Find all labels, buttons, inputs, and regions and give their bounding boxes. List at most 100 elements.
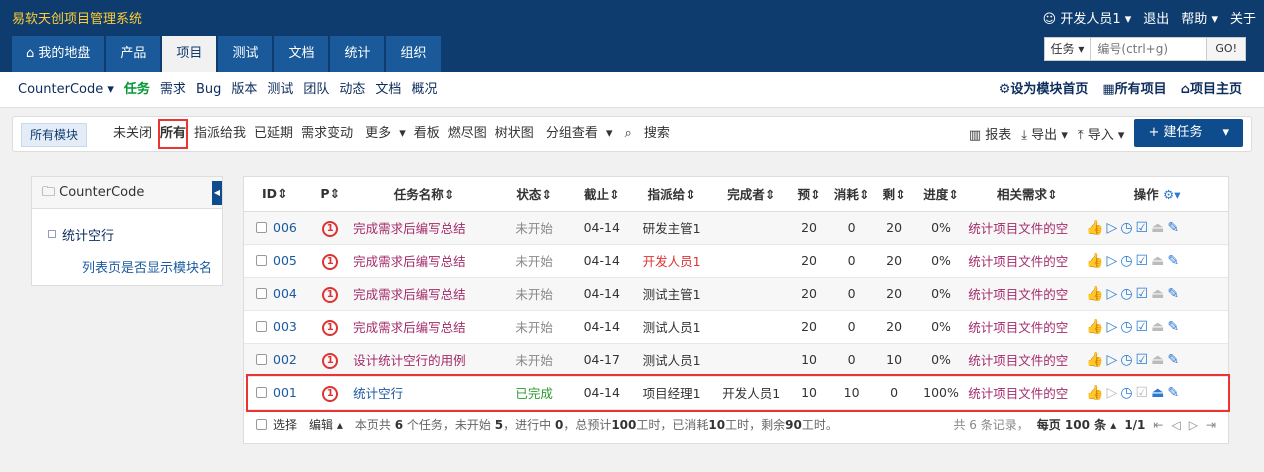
subnav-team[interactable]: 团队 (303, 72, 329, 108)
all-projects-link[interactable]: ▦所有项目 (1102, 72, 1166, 108)
col-story[interactable]: 相关需求⇕ (968, 177, 1087, 212)
burndown-link[interactable]: 燃尽图 (444, 117, 491, 151)
filter-unclosed[interactable]: 未关闭 (109, 117, 156, 151)
col-est[interactable]: 预⇕ (789, 177, 829, 212)
edit-icon[interactable]: ✎ (1167, 220, 1182, 236)
close-icon[interactable]: ⏏ (1151, 319, 1167, 335)
tab-report[interactable]: 统计 (330, 36, 385, 72)
report-button[interactable]: ▥ 报表 (969, 124, 1011, 143)
module-item[interactable]: 统计空行 (47, 225, 114, 244)
finish-icon[interactable]: ☑ (1136, 319, 1152, 335)
col-assigned[interactable]: 指派给⇕ (630, 177, 714, 212)
task-id[interactable]: 005 (244, 244, 308, 278)
next-page-icon[interactable]: ▷ (1189, 407, 1198, 443)
assign-icon[interactable]: 👍 (1086, 253, 1106, 269)
subnav-story[interactable]: 需求 (160, 72, 186, 108)
project-switcher[interactable]: CounterCode ▾ (18, 72, 114, 108)
row-checkbox[interactable] (256, 255, 267, 266)
story-link[interactable]: 统计项目文件的空 (968, 277, 1087, 311)
finish-icon[interactable]: ☑ (1136, 253, 1152, 269)
finish-icon[interactable]: ☑ (1136, 220, 1152, 236)
col-finished[interactable]: 完成者⇕ (713, 177, 790, 212)
col-progress[interactable]: 进度⇕ (913, 177, 969, 212)
chevron-down-icon[interactable]: ▾ (1222, 119, 1229, 147)
tab-project[interactable]: 项目 (162, 36, 217, 72)
about-link[interactable]: 关于 (1230, 8, 1256, 27)
assign-icon[interactable]: 👍 (1086, 385, 1106, 401)
assigned-to[interactable]: 开发人员1 (630, 244, 714, 278)
edit-icon[interactable]: ✎ (1167, 253, 1182, 269)
finish-icon[interactable]: ☑ (1136, 286, 1152, 302)
first-page-icon[interactable]: ⇤ (1153, 407, 1163, 443)
per-page-select[interactable]: 每页 100 条 ▴ (1037, 407, 1117, 443)
task-id[interactable]: 001 (244, 376, 308, 410)
subnav-view[interactable]: 概况 (411, 72, 437, 108)
record-hours-icon[interactable]: ◷ (1120, 220, 1135, 236)
start-icon[interactable]: ▷ (1107, 385, 1121, 401)
col-consumed[interactable]: 消耗⇕ (828, 177, 875, 212)
subnav-dynamic[interactable]: 动态 (339, 72, 365, 108)
task-name-link[interactable]: 统计空行 (353, 376, 495, 410)
close-icon[interactable]: ⏏ (1151, 220, 1167, 236)
group-view[interactable]: 分组查看 ▾ (538, 117, 617, 151)
tab-doc[interactable]: 文档 (274, 36, 329, 72)
last-page-icon[interactable]: ⇥ (1206, 407, 1216, 443)
tab-test[interactable]: 测试 (218, 36, 273, 72)
task-name-link[interactable]: 完成需求后编写总结 (353, 211, 495, 245)
close-icon[interactable]: ⏏ (1151, 385, 1167, 401)
assigned-to[interactable]: 研发主管1 (630, 211, 714, 245)
sidebar-collapse-icon[interactable]: ◀ (212, 181, 222, 205)
close-icon[interactable]: ⏏ (1151, 352, 1167, 368)
task-id[interactable]: 004 (244, 277, 308, 311)
subnav-task[interactable]: 任务 (124, 72, 150, 108)
record-hours-icon[interactable]: ◷ (1120, 319, 1135, 335)
task-id[interactable]: 006 (244, 211, 308, 245)
user-dropdown[interactable]: ☺ 开发人员1 ▾ (1043, 8, 1132, 27)
col-deadline[interactable]: 截止⇕ (573, 177, 631, 212)
record-hours-icon[interactable]: ◷ (1120, 352, 1135, 368)
record-hours-icon[interactable]: ◷ (1120, 385, 1135, 401)
batch-edit-button[interactable]: 编辑 ▴ (309, 407, 343, 443)
task-name-link[interactable]: 完成需求后编写总结 (353, 277, 495, 311)
record-hours-icon[interactable]: ◷ (1120, 286, 1135, 302)
show-module-name-link[interactable]: 列表页是否显示模块名 (82, 257, 212, 276)
module-breadcrumb[interactable]: 所有模块 (21, 123, 88, 147)
tab-my[interactable]: ⌂ 我的地盘 (12, 36, 105, 72)
story-link[interactable]: 统计项目文件的空 (968, 376, 1087, 410)
task-id[interactable]: 002 (244, 343, 308, 377)
set-homepage-link[interactable]: ⚙设为模块首页 (999, 72, 1089, 108)
search-link[interactable]: ⌕ 搜索 (617, 117, 678, 151)
col-status[interactable]: 状态⇕ (494, 177, 574, 212)
record-hours-icon[interactable]: ◷ (1120, 253, 1135, 269)
story-link[interactable]: 统计项目文件的空 (968, 244, 1087, 278)
import-button[interactable]: ⤒ 导入 ▾ (1078, 124, 1125, 143)
finish-icon[interactable]: ☑ (1136, 385, 1152, 401)
settings-icon[interactable]: ⚙▾ (1163, 187, 1180, 202)
edit-icon[interactable]: ✎ (1167, 385, 1182, 401)
row-checkbox[interactable] (256, 222, 267, 233)
filter-delayed[interactable]: 已延期 (250, 117, 297, 151)
col-pri[interactable]: P⇕ (307, 177, 354, 212)
assigned-to[interactable]: 测试主管1 (630, 277, 714, 311)
subnav-bug[interactable]: Bug (196, 72, 221, 108)
col-name[interactable]: 任务名称⇕ (353, 177, 495, 212)
close-icon[interactable]: ⏏ (1151, 286, 1167, 302)
kanban-link[interactable]: 看板 (410, 117, 444, 151)
row-checkbox[interactable] (256, 387, 267, 398)
story-link[interactable]: 统计项目文件的空 (968, 211, 1087, 245)
subnav-test[interactable]: 测试 (267, 72, 293, 108)
assigned-to[interactable]: 测试人员1 (630, 343, 714, 377)
story-link[interactable]: 统计项目文件的空 (968, 310, 1087, 344)
close-icon[interactable]: ⏏ (1151, 253, 1167, 269)
task-name-link[interactable]: 完成需求后编写总结 (353, 244, 495, 278)
assigned-to[interactable]: 测试人员1 (630, 310, 714, 344)
subnav-build[interactable]: 版本 (231, 72, 257, 108)
row-checkbox[interactable] (256, 321, 267, 332)
subnav-doc[interactable]: 文档 (375, 72, 401, 108)
col-id[interactable]: ID⇕ (244, 177, 308, 212)
assigned-to[interactable]: 项目经理1 (630, 376, 714, 410)
filter-all[interactable]: 所有 (156, 117, 190, 151)
assign-icon[interactable]: 👍 (1086, 352, 1106, 368)
filter-more[interactable]: 更多 ▾ (357, 117, 410, 151)
select-all-checkbox[interactable]: 选择 (256, 407, 297, 443)
